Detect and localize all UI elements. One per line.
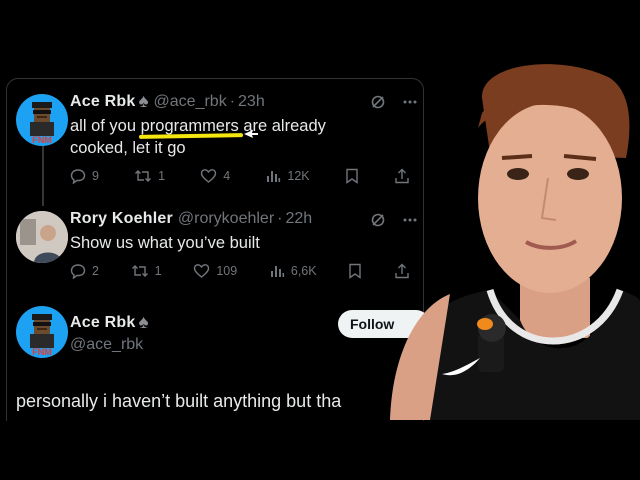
tweet-2-header: Rory Koehler @rorykoehler · 22h bbox=[70, 210, 312, 228]
repost-button[interactable]: 1 bbox=[134, 168, 165, 184]
author-name[interactable]: Ace Rbk bbox=[70, 93, 135, 111]
spade-icon: ♠ bbox=[138, 312, 149, 333]
views-button[interactable]: 6,6K bbox=[269, 263, 317, 279]
author-name[interactable]: Ace Rbk bbox=[70, 314, 135, 332]
views-icon bbox=[270, 266, 284, 277]
main-post-handle-row: @ace_rbk bbox=[70, 336, 143, 354]
tweet-2-text: Show us what you’ve built bbox=[70, 234, 260, 252]
reply-button[interactable]: 2 bbox=[70, 263, 99, 279]
reply-button[interactable]: 9 bbox=[70, 168, 99, 184]
bookmark-icon bbox=[349, 263, 361, 279]
bookmark-button[interactable] bbox=[345, 168, 359, 184]
tweet-1-text: all of you programmers are already cooke… bbox=[70, 115, 326, 159]
views-count: 12K bbox=[287, 169, 310, 183]
repost-icon bbox=[135, 170, 152, 182]
text-part: all of you bbox=[70, 117, 141, 135]
repost-count: 1 bbox=[154, 264, 162, 278]
author-handle[interactable]: @ace_rbk bbox=[70, 336, 143, 354]
tweet-2-actions: 2 1 109 6,6K bbox=[70, 263, 410, 279]
main-post-name-row: Ace Rbk ♠ bbox=[70, 313, 149, 332]
separator-dot: · bbox=[277, 210, 283, 227]
rory-avatar[interactable] bbox=[16, 211, 68, 263]
avatar-caption: FNM bbox=[32, 347, 52, 357]
video-frame: FNM Ace Rbk ♠ @ace_rbk · 23h all of you … bbox=[0, 0, 640, 480]
repost-button[interactable]: 1 bbox=[131, 263, 162, 279]
ace-avatar[interactable]: FNM bbox=[16, 94, 68, 146]
like-count: 109 bbox=[216, 264, 238, 278]
text-line-2: cooked, let it go bbox=[70, 139, 186, 157]
reply-count: 9 bbox=[92, 169, 99, 183]
reply-icon bbox=[70, 169, 86, 184]
avatar-caption: FNM bbox=[32, 135, 52, 145]
author-handle[interactable]: @ace_rbk bbox=[154, 93, 227, 111]
reply-icon bbox=[70, 264, 86, 279]
like-icon bbox=[201, 169, 217, 183]
author-handle[interactable]: @rorykoehler bbox=[178, 210, 274, 228]
repost-icon bbox=[131, 265, 148, 277]
views-count: 6,6K bbox=[290, 264, 317, 278]
bookmark-icon bbox=[346, 168, 358, 184]
views-icon bbox=[267, 171, 281, 182]
bookmark-button[interactable] bbox=[348, 263, 362, 279]
pointer-icon bbox=[243, 127, 259, 146]
timestamp[interactable]: 22h bbox=[285, 210, 312, 228]
separator-dot: · bbox=[229, 92, 236, 110]
main-post-text: personally i haven’t built anything but … bbox=[16, 391, 342, 411]
thread-connector bbox=[42, 136, 44, 206]
tweet-1-actions: 9 1 4 12K bbox=[70, 168, 410, 184]
timestamp[interactable]: 23h bbox=[238, 93, 265, 111]
tweet-1-header: Ace Rbk ♠ @ace_rbk · 23h bbox=[70, 92, 265, 111]
like-icon bbox=[194, 264, 210, 278]
like-button[interactable]: 4 bbox=[200, 168, 230, 184]
like-button[interactable]: 109 bbox=[193, 263, 237, 279]
repost-count: 1 bbox=[158, 169, 166, 183]
reply-count: 2 bbox=[92, 264, 99, 278]
author-name[interactable]: Rory Koehler bbox=[70, 210, 173, 228]
like-count: 4 bbox=[223, 169, 231, 183]
ace-avatar[interactable]: FNM bbox=[16, 306, 68, 358]
views-button[interactable]: 12K bbox=[265, 168, 310, 184]
presenter-image bbox=[370, 58, 640, 420]
highlighted-word: programmers bbox=[140, 117, 239, 135]
spade-icon: ♠ bbox=[138, 91, 149, 112]
